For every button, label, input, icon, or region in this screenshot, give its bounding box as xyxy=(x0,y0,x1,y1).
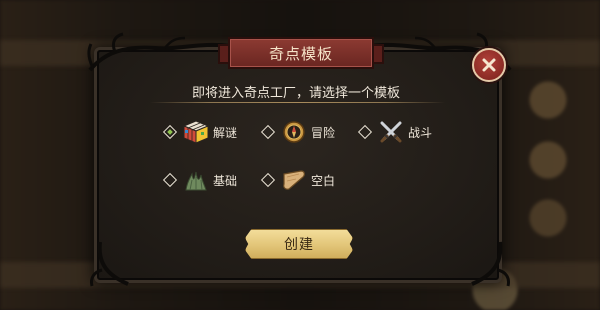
compass-icon xyxy=(283,121,305,143)
dialog-prompt: 即将进入奇点工厂，请选择一个模板 xyxy=(191,86,400,101)
option-label: 空白 xyxy=(311,173,336,188)
close-icon xyxy=(482,58,496,72)
dialog-title: 奇点模板 xyxy=(268,44,333,63)
option-puzzle[interactable]: 解谜 xyxy=(162,120,238,144)
radio-unselected[interactable] xyxy=(260,124,276,140)
option-label: 冒险 xyxy=(311,125,336,140)
option-blank[interactable]: 空白 xyxy=(260,168,336,192)
radio-unselected[interactable] xyxy=(357,124,373,140)
crossed-swords-icon xyxy=(380,121,402,143)
create-button[interactable]: 创建 xyxy=(245,229,353,259)
game-screen: 奇点模板 即将进入奇点工厂，请选择一个模板 解谜 冒险 战斗 基础 空白 创建 xyxy=(0,0,600,310)
create-button-label: 创建 xyxy=(284,237,314,253)
rubiks-cube-icon xyxy=(183,120,209,144)
close-button[interactable] xyxy=(472,48,506,82)
option-label: 战斗 xyxy=(408,125,433,140)
option-basic[interactable]: 基础 xyxy=(162,168,238,192)
option-label: 基础 xyxy=(213,173,238,188)
radio-unselected[interactable] xyxy=(260,172,276,188)
grass-bush-icon xyxy=(185,171,207,191)
option-combat[interactable]: 战斗 xyxy=(357,120,433,144)
divider xyxy=(150,102,445,103)
blank-scroll-icon xyxy=(283,170,305,190)
dialog-title-banner: 奇点模板 xyxy=(228,37,374,69)
radio-unselected[interactable] xyxy=(162,172,178,188)
radio-selected[interactable] xyxy=(162,124,178,140)
option-label: 解谜 xyxy=(213,125,238,140)
option-adventure[interactable]: 冒险 xyxy=(260,120,336,144)
